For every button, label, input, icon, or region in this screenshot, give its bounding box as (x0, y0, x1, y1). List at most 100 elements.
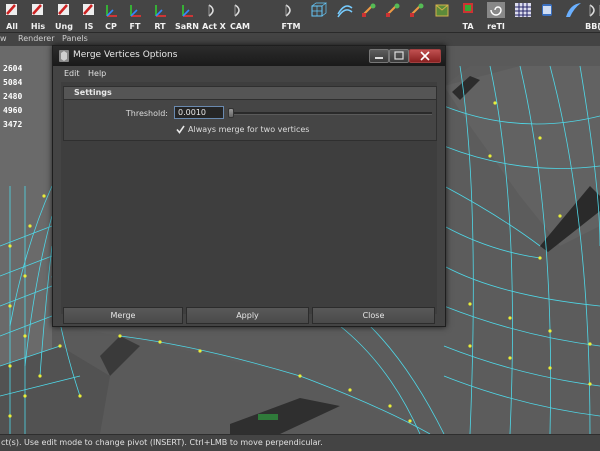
settings-section-header[interactable]: Settings (63, 86, 437, 100)
wire-cube-icon (310, 2, 328, 18)
ta-icon (459, 2, 477, 18)
shelf-button-label: All (6, 22, 18, 31)
shelf-button[interactable] (536, 0, 558, 32)
shelf-button[interactable]: CAM (228, 0, 252, 32)
minimize-button[interactable] (369, 49, 389, 63)
close-button-label: Close (362, 311, 385, 320)
paint-icon (55, 2, 73, 18)
shelf-button[interactable]: IS (78, 0, 100, 32)
shelf-button-label: Ung (55, 22, 73, 31)
panel-menu-panels[interactable]: Panels (62, 34, 88, 43)
threshold-value: 0.0010 (178, 108, 206, 117)
shelf-button[interactable]: All (0, 0, 24, 32)
swirl-icon (487, 2, 505, 18)
always-merge-checkbox[interactable] (176, 125, 185, 134)
apply-button[interactable]: Apply (186, 307, 309, 324)
stat-value: 3472 (3, 120, 23, 129)
shelf-button[interactable]: TM (596, 0, 600, 32)
stat-value: 2480 (3, 92, 23, 101)
bow-icon (282, 2, 300, 18)
axis-icon (102, 2, 120, 18)
merge-vertices-dialog: Merge Vertices Options Edit Help Setting… (52, 45, 446, 327)
shelf-button[interactable] (512, 0, 534, 32)
shelf-button[interactable] (308, 0, 330, 32)
shelf-button[interactable]: RT (148, 0, 172, 32)
shelf-button[interactable] (334, 0, 356, 32)
shelf-button-label: TA (462, 22, 474, 31)
shelf-button-label: FT (129, 22, 141, 31)
shelf-button-label: reTI (487, 22, 505, 31)
shelf-button[interactable] (382, 0, 404, 32)
settings-section: Threshold: 0.0010 Always merge for two v… (63, 100, 437, 141)
shelf-button[interactable] (406, 0, 428, 32)
threshold-label: Threshold: (125, 109, 168, 118)
menu-help[interactable]: Help (88, 69, 106, 78)
panel-menu-renderer[interactable]: Renderer (18, 34, 55, 43)
shelf-button[interactable]: SaRN (174, 0, 200, 32)
paint-icon (3, 2, 21, 18)
shelf-button-label: FTM (281, 22, 301, 31)
dialog-body: Settings Threshold: 0.0010 Always merge … (61, 82, 437, 324)
tool-icon (408, 2, 426, 18)
shelf-button-label: RT (154, 22, 166, 31)
paint-icon (29, 2, 47, 18)
threshold-slider-handle[interactable] (228, 108, 234, 118)
shelf-button[interactable]: Ung (52, 0, 76, 32)
shelf-button-label: IS (84, 22, 94, 31)
shelf-toolbar: All His Ung IS CP FT RT SaRN Act X CAM FTM TA reTI BB… (0, 0, 600, 33)
stat-value: 5084 (3, 78, 23, 87)
tool-icon (360, 2, 378, 18)
shelf-button-label: CP (105, 22, 117, 31)
apply-button-label: Apply (236, 311, 259, 320)
shelf-button[interactable]: reTI (484, 0, 508, 32)
always-merge-label: Always merge for two vertices (188, 125, 310, 134)
merge-button[interactable]: Merge (63, 307, 183, 324)
merge-button-label: Merge (110, 311, 136, 320)
close-button[interactable]: Close (312, 307, 435, 324)
stat-value: 4960 (3, 106, 23, 115)
shelf-button[interactable]: FT (124, 0, 146, 32)
shelf-button[interactable] (430, 0, 454, 32)
blade-icon (564, 2, 582, 18)
shelf-button[interactable]: His (26, 0, 50, 32)
maximize-icon (394, 51, 404, 60)
threshold-slider-track[interactable] (228, 112, 432, 115)
shelf-button[interactable]: TA (456, 0, 480, 32)
close-icon (420, 51, 430, 61)
stat-value: 2604 (3, 64, 23, 73)
close-window-button[interactable] (409, 49, 441, 63)
curve-icon (336, 2, 354, 18)
app-icon (59, 50, 69, 62)
menu-edit[interactable]: Edit (64, 69, 80, 78)
shelf-button[interactable] (358, 0, 380, 32)
tool-icon (384, 2, 402, 18)
shelf-button-label: His (30, 22, 46, 31)
shelf-button[interactable] (562, 0, 584, 32)
green-cube-icon (433, 2, 451, 18)
shelf-button-label: Act X (202, 22, 226, 31)
dialog-title: Merge Vertices Options (73, 50, 178, 60)
axis-icon (178, 2, 196, 18)
bow-icon (596, 2, 600, 18)
maximize-button[interactable] (389, 49, 409, 63)
minimize-icon (375, 57, 383, 59)
shelf-button-label: SaRN (174, 22, 199, 31)
grid-icon (514, 2, 532, 18)
shelf-button-label: CAM (229, 22, 251, 31)
bow-icon (205, 2, 223, 18)
section-title: Settings (74, 88, 112, 97)
shelf-button[interactable]: CP (100, 0, 122, 32)
dialog-title-bar[interactable]: Merge Vertices Options (53, 46, 445, 66)
shelf-button[interactable]: FTM (278, 0, 304, 32)
dialog-menu-bar: Edit Help (61, 66, 437, 82)
panel-menu-view[interactable]: w (0, 34, 7, 43)
bow-icon (231, 2, 249, 18)
status-text: ct(s). Use edit mode to change pivot (IN… (1, 438, 323, 447)
status-bar: ct(s). Use edit mode to change pivot (IN… (0, 434, 600, 451)
bucket-icon (538, 2, 556, 18)
shelf-button[interactable]: Act X (202, 0, 226, 32)
axis-icon (126, 2, 144, 18)
shelf-button-label: TM (596, 22, 600, 31)
axis-icon (151, 2, 169, 18)
threshold-input[interactable]: 0.0010 (174, 106, 224, 119)
